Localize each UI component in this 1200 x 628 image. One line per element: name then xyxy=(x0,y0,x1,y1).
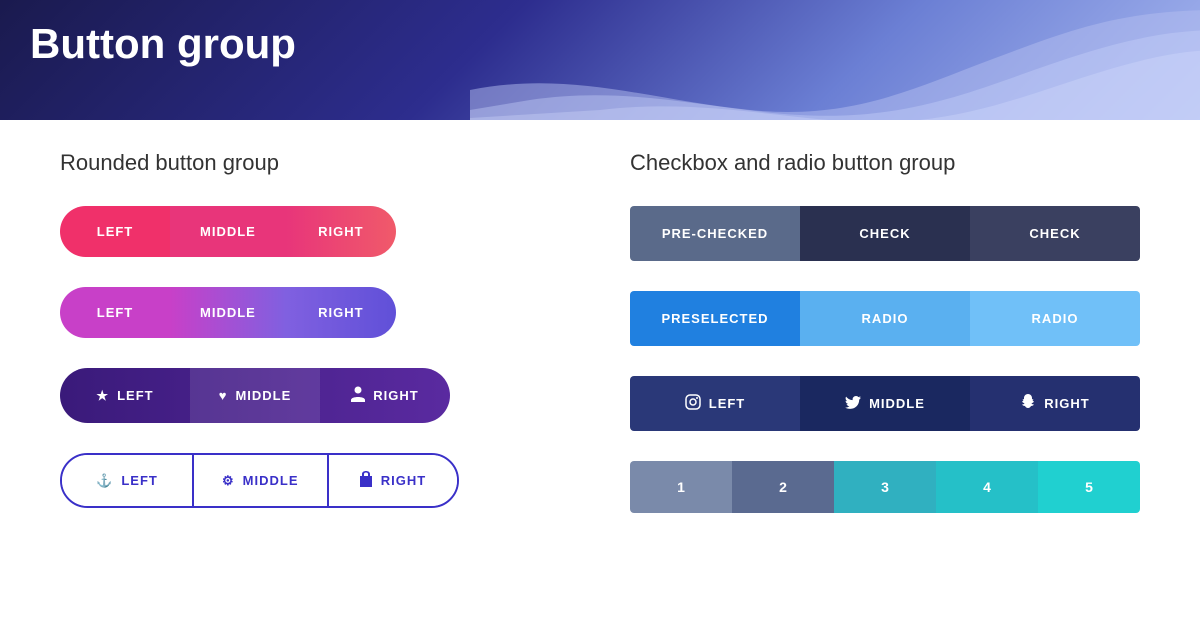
group3-right-button[interactable]: RIGHT xyxy=(320,368,450,423)
radio-btn-3[interactable]: RADIO xyxy=(970,291,1140,346)
social-btn-right[interactable]: RIGHT xyxy=(970,376,1140,431)
group1-middle-button[interactable]: MIDDLE xyxy=(170,206,286,257)
checkbox-group: PRE-CHECKED CHECK CHECK xyxy=(630,206,1140,261)
number-group: 1 2 3 4 5 xyxy=(630,461,1140,513)
radio-group: PRESELECTED RADIO RADIO xyxy=(630,291,1140,346)
radio-btn-2[interactable]: RADIO xyxy=(800,291,970,346)
button-group-row-3: ★ LEFT ♥ MIDDLE RIGHT xyxy=(60,368,570,423)
group3-left-button[interactable]: ★ LEFT xyxy=(60,368,190,423)
number-btn-4[interactable]: 4 xyxy=(936,461,1038,513)
group4-left-button[interactable]: ⚓ LEFT xyxy=(62,455,192,506)
header: Button group xyxy=(0,0,1200,120)
group4-middle-button[interactable]: ⚙ MIDDLE xyxy=(192,455,327,506)
checkbox-btn-3[interactable]: CHECK xyxy=(970,206,1140,261)
social-group: LEFT MIDDLE RIGHT xyxy=(630,376,1140,431)
number-btn-3[interactable]: 3 xyxy=(834,461,936,513)
right-section-title: Checkbox and radio button group xyxy=(630,150,1140,176)
outline-group-4: ⚓ LEFT ⚙ MIDDLE RIGHT xyxy=(60,453,459,508)
number-btn-2[interactable]: 2 xyxy=(732,461,834,513)
group1-left-button[interactable]: LEFT xyxy=(60,206,170,257)
group2-right-button[interactable]: RIGHT xyxy=(286,287,396,338)
page-title: Button group xyxy=(30,20,296,68)
group2-left-button[interactable]: LEFT xyxy=(60,287,170,338)
left-section-title: Rounded button group xyxy=(60,150,570,176)
number-btn-5[interactable]: 5 xyxy=(1038,461,1140,513)
left-section: Rounded button group LEFT MIDDLE RIGHT L… xyxy=(60,150,570,538)
right-section: Checkbox and radio button group PRE-CHEC… xyxy=(630,150,1140,538)
wave-decoration xyxy=(470,10,1200,120)
group4-right-button[interactable]: RIGHT xyxy=(327,455,457,506)
snapchat-icon xyxy=(1020,394,1036,413)
checkbox-btn-2[interactable]: CHECK xyxy=(800,206,970,261)
group2-middle-button[interactable]: MIDDLE xyxy=(170,287,286,338)
instagram-icon xyxy=(685,394,701,413)
anchor-icon: ⚓ xyxy=(96,473,113,489)
radio-btn-1[interactable]: PRESELECTED xyxy=(630,291,800,346)
rounded-group-1: LEFT MIDDLE RIGHT xyxy=(60,206,396,257)
group3-middle-button[interactable]: ♥ MIDDLE xyxy=(190,368,320,423)
button-group-row-4: ⚓ LEFT ⚙ MIDDLE RIGHT xyxy=(60,453,570,508)
bag-icon xyxy=(359,471,373,490)
button-group-row-2: LEFT MIDDLE RIGHT xyxy=(60,287,570,338)
checkbox-btn-1[interactable]: PRE-CHECKED xyxy=(630,206,800,261)
twitter-icon xyxy=(845,396,861,412)
group1-right-button[interactable]: RIGHT xyxy=(286,206,396,257)
rounded-group-2: LEFT MIDDLE RIGHT xyxy=(60,287,396,338)
main-content: Rounded button group LEFT MIDDLE RIGHT L… xyxy=(0,120,1200,568)
number-btn-1[interactable]: 1 xyxy=(630,461,732,513)
rounded-group-3: ★ LEFT ♥ MIDDLE RIGHT xyxy=(60,368,450,423)
gear-icon: ⚙ xyxy=(222,473,235,489)
button-group-row-1: LEFT MIDDLE RIGHT xyxy=(60,206,570,257)
social-btn-middle[interactable]: MIDDLE xyxy=(800,376,970,431)
person-icon xyxy=(351,386,365,405)
star-icon: ★ xyxy=(96,388,109,404)
heart-icon: ♥ xyxy=(219,388,228,403)
social-btn-left[interactable]: LEFT xyxy=(630,376,800,431)
